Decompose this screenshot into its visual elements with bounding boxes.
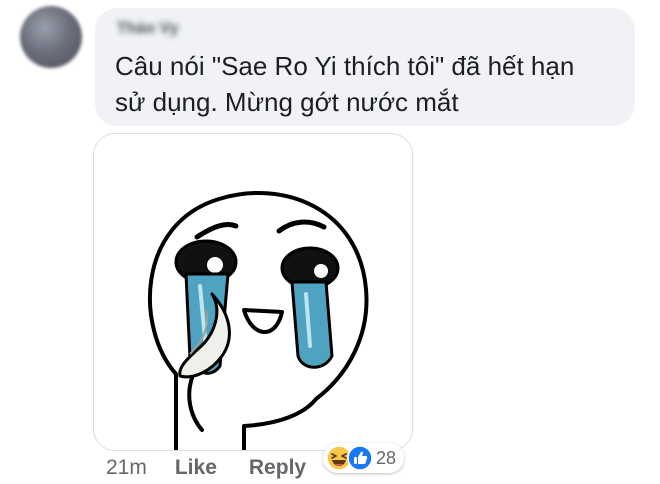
reply-button[interactable]: Reply — [249, 456, 306, 480]
like-button[interactable]: Like — [175, 456, 217, 480]
reaction-count: 28 — [376, 447, 397, 468]
sticker-right-tear — [290, 280, 334, 369]
commenter-avatar[interactable] — [20, 6, 82, 68]
like-reaction-icon — [347, 445, 373, 471]
crying-face-sticker-icon — [148, 191, 369, 450]
comment-text: Câu nói "Sae Ro Yi thích tôi" đã hết hạn… — [115, 48, 613, 120]
comment-bubble: Thảo Vy Câu nói "Sae Ro Yi thích tôi" đã… — [95, 8, 635, 126]
comment-actions: 21m Like Reply — [106, 454, 306, 482]
comment-text-line-2: sử dụng. Mừng gớt nước mắt — [115, 87, 459, 117]
sticker-attachment[interactable] — [93, 133, 413, 451]
reactions-summary[interactable]: 28 — [323, 443, 405, 473]
comment-author-name[interactable]: Thảo Vy — [115, 18, 613, 40]
comment-text-line-1: Câu nói "Sae Ro Yi thích tôi" đã hết hạn — [115, 51, 575, 81]
comment-timestamp[interactable]: 21m — [106, 456, 147, 480]
